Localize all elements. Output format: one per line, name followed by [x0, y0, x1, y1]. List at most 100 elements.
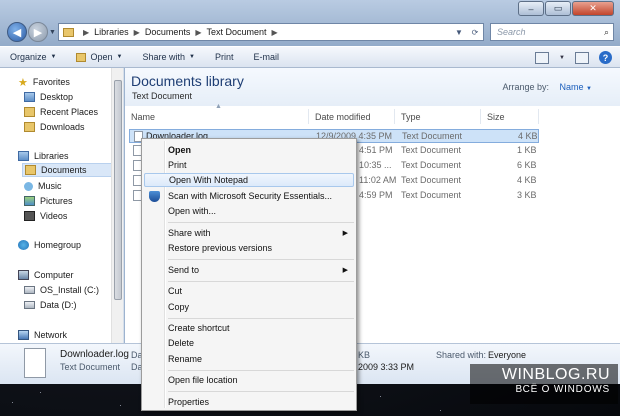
details-shared-value: Everyone [488, 350, 527, 360]
music-icon [24, 181, 33, 191]
menu-item-open[interactable]: Open [144, 143, 354, 157]
details-file-name: Downloader.log [60, 349, 129, 360]
nav-scrollbar[interactable] [111, 68, 123, 343]
shield-icon [149, 191, 160, 202]
file-type: Text Document [401, 145, 462, 155]
menu-item-create-shortcut[interactable]: Create shortcut [144, 321, 354, 335]
library-header: Documents library Text Document Arrange … [125, 68, 620, 106]
command-bar: Organize ▼ Open ▼ Share with ▼ Print E-mail… [0, 46, 620, 68]
email-button[interactable]: E-mail [253, 52, 279, 62]
minimize-button[interactable]: – [518, 1, 544, 16]
chevron-right-icon[interactable]: ▶ [134, 28, 140, 37]
menu-item-properties[interactable]: Properties [144, 395, 354, 409]
back-button[interactable]: ◀ [7, 22, 27, 42]
chevron-right-icon[interactable]: ▶ [272, 28, 278, 37]
nav-downloads[interactable]: Downloads [24, 120, 85, 134]
chevron-right-icon[interactable]: ▶ [195, 28, 201, 37]
menu-item-copy[interactable]: Copy [144, 300, 354, 314]
help-icon[interactable]: ? [599, 51, 612, 64]
libraries-icon [18, 151, 29, 161]
change-view-icon[interactable] [535, 51, 550, 64]
nav-favorites[interactable]: ★ Favorites [18, 75, 70, 89]
nav-recent-places[interactable]: Recent Places [24, 105, 98, 119]
nav-documents[interactable]: Documents [22, 163, 112, 177]
nav-music[interactable]: Music [24, 179, 62, 193]
menu-item-print[interactable]: Print [144, 158, 354, 172]
back-arrow-icon: ◀ [12, 26, 22, 39]
nav-label: Data (D:) [40, 300, 77, 310]
column-header-size[interactable]: Size [481, 109, 539, 124]
nav-computer[interactable]: Computer [18, 268, 74, 282]
arrange-by-dropdown[interactable]: Name ▼ [560, 82, 592, 92]
menu-item-rename[interactable]: Rename [144, 352, 354, 366]
menu-separator [168, 281, 354, 282]
arrange-by: Arrange by: Name ▼ [502, 82, 592, 92]
menu-item-cut[interactable]: Cut [144, 284, 354, 298]
menu-item-open-file-location[interactable]: Open file location [144, 373, 354, 387]
refresh-icon[interactable]: ⟳ [467, 28, 483, 37]
nav-videos[interactable]: Videos [24, 209, 67, 223]
network-icon [18, 330, 29, 340]
menu-item-open-with-notepad[interactable]: Open With Notepad [144, 173, 354, 187]
watermark-subtitle: ВСЁ О WINDOWS [515, 384, 610, 395]
breadcrumb-text-document[interactable]: Text Document [207, 27, 267, 37]
share-with-button[interactable]: Share with ▼ [142, 52, 194, 62]
chevron-right-icon[interactable]: ▶ [83, 28, 89, 37]
column-header-name[interactable]: Name [125, 109, 309, 124]
breadcrumb-documents[interactable]: Documents [145, 27, 191, 37]
share-with-label: Share with [142, 52, 185, 62]
file-size: 3 KB [517, 190, 537, 200]
nav-os-install[interactable]: OS_Install (C:) [24, 283, 99, 297]
preview-pane-icon[interactable] [575, 51, 589, 64]
details-file-type: Text Document [60, 362, 121, 372]
chevron-down-icon: ▼ [189, 54, 195, 60]
menu-item-scan-mse[interactable]: Scan with Microsoft Security Essentials.… [144, 189, 354, 203]
recent-pages-dropdown[interactable]: ▼ [49, 29, 56, 36]
nav-label: Music [38, 181, 62, 191]
downloads-icon [24, 122, 35, 132]
column-header-date[interactable]: Date modified [309, 109, 395, 124]
open-button[interactable]: Open ▼ [76, 52, 122, 62]
forward-button[interactable]: ▶ [28, 22, 48, 42]
close-button[interactable]: ✕ [572, 1, 614, 16]
file-size: 6 KB [517, 160, 537, 170]
chevron-down-icon: ▼ [586, 86, 592, 92]
search-icon[interactable]: ⌕ [604, 27, 609, 38]
nav-libraries[interactable]: Libraries [18, 149, 69, 163]
nav-network[interactable]: Network [18, 328, 67, 342]
menu-item-restore-previous[interactable]: Restore previous versions [144, 241, 354, 255]
address-bar[interactable]: ▶ Libraries ▶ Documents ▶ Text Document … [58, 23, 484, 41]
menu-item-send-to[interactable]: Send to ▶ [144, 263, 354, 277]
nav-label: Homegroup [34, 240, 82, 250]
menu-item-delete[interactable]: Delete [144, 336, 354, 350]
file-size: 4 KB [518, 131, 538, 141]
address-dropdown-icon[interactable]: ▼ [451, 28, 467, 37]
chevron-down-icon[interactable]: ▼ [559, 55, 565, 61]
menu-item-share-with[interactable]: Share with ▶ [144, 226, 354, 240]
nav-pictures[interactable]: Pictures [24, 194, 73, 208]
open-label: Open [90, 52, 113, 62]
menu-item-label: Send to [168, 265, 200, 275]
search-input[interactable]: Search ⌕ [490, 23, 614, 41]
chevron-down-icon: ▼ [116, 54, 123, 60]
print-button[interactable]: Print [215, 52, 234, 62]
star [120, 405, 121, 406]
nav-label: Recent Places [40, 107, 99, 117]
homegroup-icon [18, 240, 29, 250]
submenu-arrow-icon: ▶ [342, 230, 348, 237]
nav-label: Libraries [34, 151, 69, 161]
nav-label: OS_Install (C:) [40, 285, 100, 295]
nav-data-drive[interactable]: Data (D:) [24, 298, 77, 312]
details-size-value: KB [358, 350, 371, 360]
scrollbar-thumb[interactable] [114, 80, 122, 300]
nav-label: Desktop [40, 92, 74, 102]
breadcrumb-libraries[interactable]: Libraries [94, 27, 129, 37]
column-header-type[interactable]: Type [395, 109, 481, 124]
notepad-icon [76, 52, 87, 62]
maximize-button[interactable]: ▭ [545, 1, 571, 16]
nav-homegroup[interactable]: Homegroup [18, 238, 81, 252]
nav-desktop[interactable]: Desktop [24, 90, 73, 104]
menu-item-open-with[interactable]: Open with... [144, 204, 354, 218]
pictures-icon [24, 196, 35, 206]
organize-button[interactable]: Organize ▼ [10, 52, 56, 62]
